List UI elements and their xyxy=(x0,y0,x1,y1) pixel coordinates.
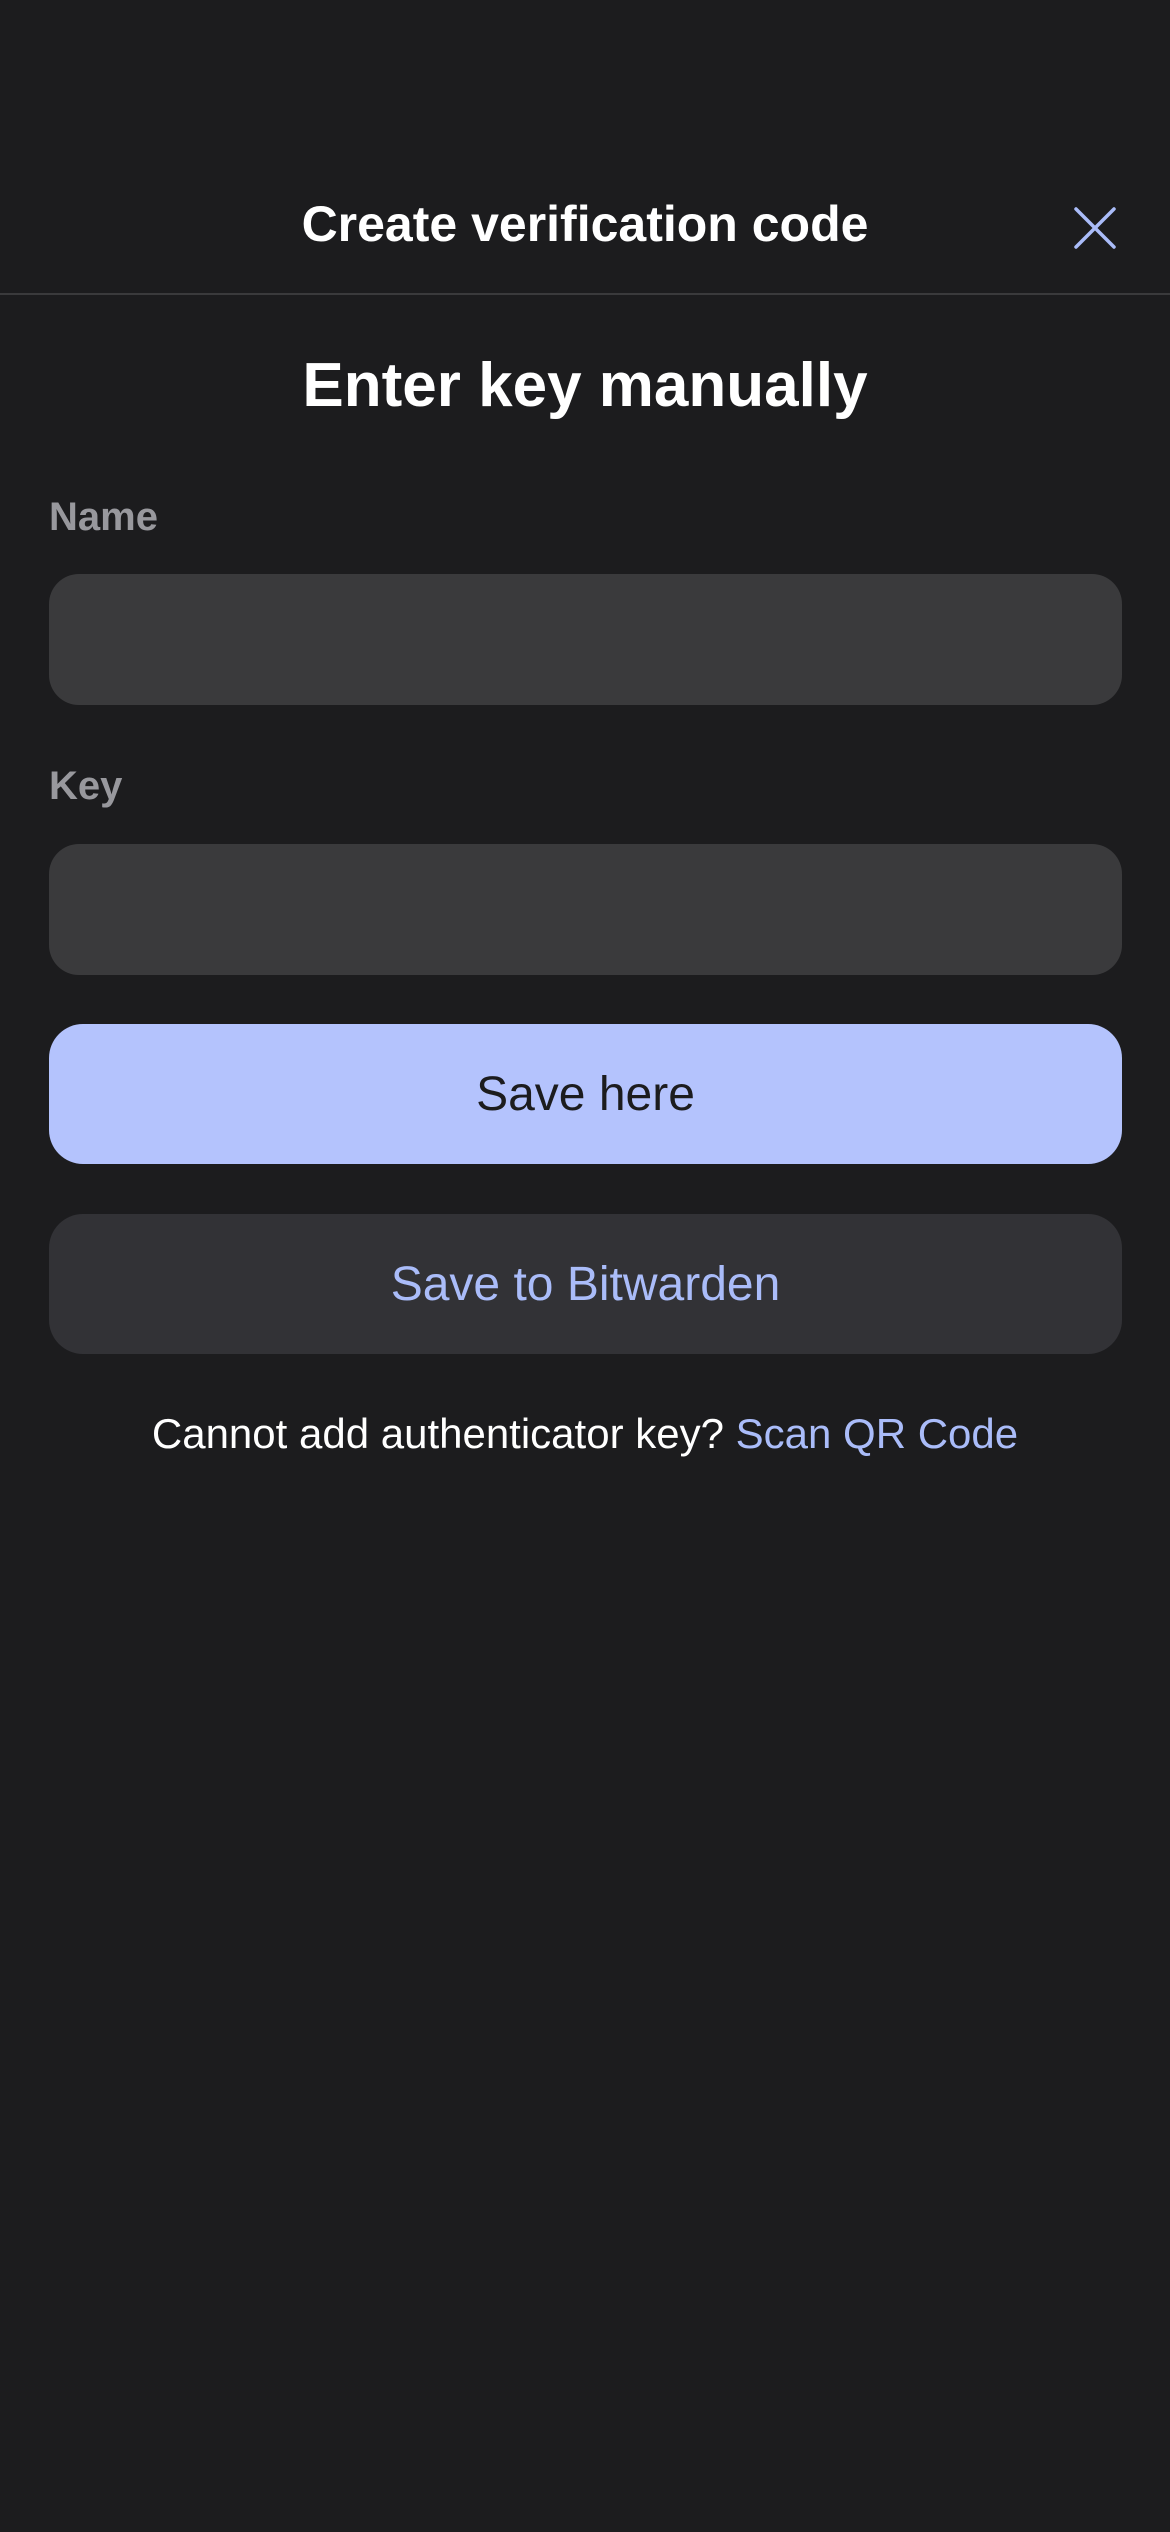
key-label: Key xyxy=(49,764,123,808)
footer-text: Cannot add authenticator key? Scan QR Co… xyxy=(0,1410,1170,1458)
scan-qr-code-link[interactable]: Scan QR Code xyxy=(736,1410,1018,1457)
key-input[interactable] xyxy=(49,844,1122,975)
save-here-button[interactable]: Save here xyxy=(49,1024,1122,1164)
footer-prompt: Cannot add authenticator key? xyxy=(151,1410,724,1457)
save-to-bitwarden-button[interactable]: Save to Bitwarden xyxy=(49,1214,1122,1354)
close-icon xyxy=(1074,207,1116,249)
name-label: Name xyxy=(49,495,158,539)
save-to-bitwarden-label: Save to Bitwarden xyxy=(390,1257,781,1311)
nav-title: Create verification code xyxy=(301,196,869,252)
nav-bar: Create verification code xyxy=(0,165,1170,295)
name-input[interactable] xyxy=(49,574,1122,705)
save-here-label: Save here xyxy=(476,1067,695,1121)
page-heading: Enter key manually xyxy=(302,351,868,420)
close-button[interactable] xyxy=(1060,193,1130,263)
